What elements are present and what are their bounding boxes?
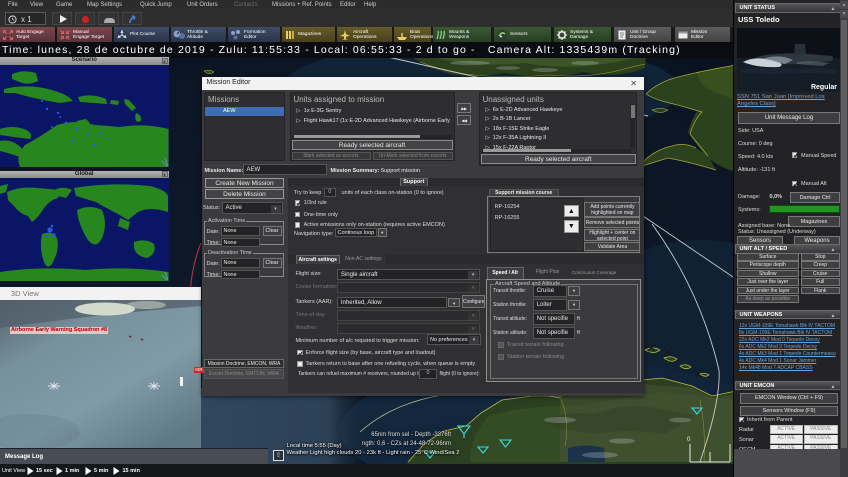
svg-text:Regular: Regular <box>811 84 837 91</box>
